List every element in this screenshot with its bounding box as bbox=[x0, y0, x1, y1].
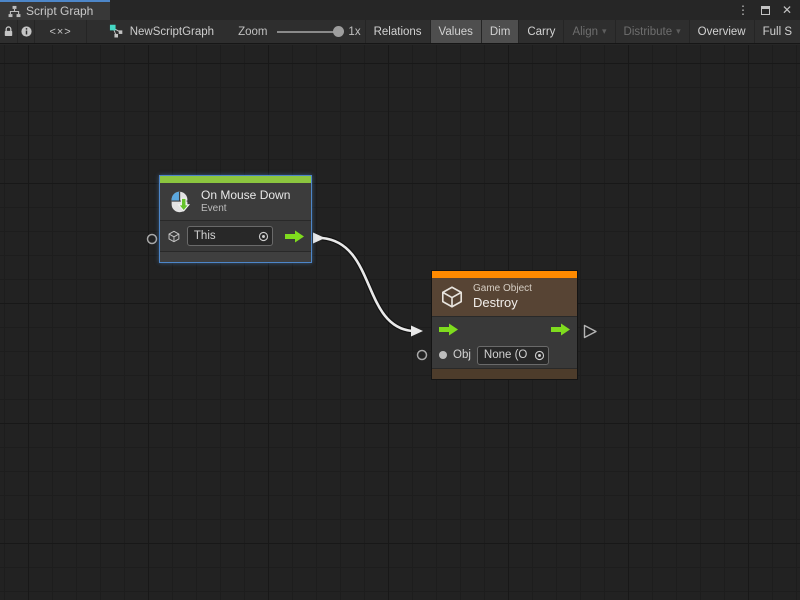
graph-canvas[interactable]: On Mouse Down Event This bbox=[0, 45, 800, 600]
omd-body-row: This bbox=[160, 221, 311, 251]
chevron-down-icon: ▾ bbox=[602, 26, 607, 37]
zoom-slider[interactable] bbox=[277, 26, 344, 38]
graph-tree-icon bbox=[8, 5, 21, 18]
tab-bar: Script Graph ⋮ ✕ bbox=[0, 0, 800, 20]
gameobject-cube-icon bbox=[439, 284, 465, 310]
mouse-down-icon bbox=[167, 189, 193, 215]
code-preview-button[interactable]: <×> bbox=[35, 20, 86, 43]
lock-button[interactable] bbox=[0, 20, 18, 43]
maximize-button[interactable] bbox=[761, 6, 770, 15]
destroy-obj-row: Obj None (O bbox=[432, 342, 577, 368]
window-controls: ⋮ ✕ bbox=[729, 0, 800, 20]
node-title: Destroy bbox=[473, 295, 532, 311]
toolbar-button-fullscreen[interactable]: Full S bbox=[754, 20, 800, 43]
toolbar-toggle-group: Relations Values Dim Carry Align ▾ Distr… bbox=[365, 20, 800, 43]
gameobject-cube-icon bbox=[167, 229, 181, 244]
code-icon: <×> bbox=[49, 26, 71, 38]
toolbar-button-overview[interactable]: Overview bbox=[689, 20, 754, 43]
zoom-slider-handle[interactable] bbox=[333, 26, 344, 37]
graph-asset-reference[interactable]: NewScriptGraph bbox=[87, 20, 224, 43]
obj-value-dot-icon bbox=[439, 351, 447, 359]
zoom-value: 1x bbox=[348, 26, 360, 38]
omd-target-port[interactable] bbox=[148, 235, 157, 244]
obj-port-label: Obj bbox=[453, 349, 471, 361]
flow-connection[interactable] bbox=[313, 233, 423, 337]
toolbar-button-distribute[interactable]: Distribute ▾ bbox=[615, 20, 689, 43]
destroy-header: Game Object Destroy bbox=[432, 278, 577, 317]
edge-layer bbox=[0, 45, 800, 600]
omd-footer bbox=[160, 251, 311, 262]
destroy-footer bbox=[432, 368, 577, 379]
object-picker-icon[interactable] bbox=[258, 231, 269, 242]
target-value-field[interactable]: This bbox=[187, 226, 273, 246]
script-graph-asset-icon bbox=[109, 24, 124, 39]
destroy-flow-row bbox=[432, 317, 577, 342]
lock-icon bbox=[2, 25, 15, 38]
toolbar-button-dim[interactable]: Dim bbox=[481, 20, 518, 43]
destroy-accent-strip bbox=[432, 271, 577, 278]
zoom-slider-track[interactable] bbox=[277, 31, 338, 33]
graph-name: NewScriptGraph bbox=[130, 26, 214, 38]
destroy-enter-input-port[interactable] bbox=[439, 323, 458, 336]
close-button[interactable]: ✕ bbox=[782, 4, 792, 16]
toolbar-button-carry[interactable]: Carry bbox=[518, 20, 563, 43]
node-subtitle: Event bbox=[201, 203, 290, 216]
obj-value-field[interactable]: None (O bbox=[477, 346, 549, 365]
omd-trigger-output-port[interactable] bbox=[285, 230, 304, 243]
chevron-down-icon: ▾ bbox=[676, 26, 681, 37]
node-group: Game Object bbox=[473, 283, 532, 296]
node-on-mouse-down[interactable]: On Mouse Down Event This bbox=[159, 175, 312, 263]
connection-end-arrow bbox=[411, 326, 423, 337]
info-icon bbox=[20, 25, 33, 38]
toolbar-button-relations[interactable]: Relations bbox=[365, 20, 430, 43]
omd-header: On Mouse Down Event bbox=[160, 183, 311, 221]
tab-bar-empty bbox=[110, 0, 729, 20]
node-title: On Mouse Down bbox=[201, 188, 290, 203]
toolbar-button-values[interactable]: Values bbox=[430, 20, 481, 43]
info-button[interactable] bbox=[18, 20, 36, 43]
window-menu-button[interactable]: ⋮ bbox=[737, 4, 749, 16]
tab-title: Script Graph bbox=[26, 4, 93, 18]
object-picker-icon[interactable] bbox=[534, 350, 545, 361]
node-destroy[interactable]: Game Object Destroy Obj None (O bbox=[431, 270, 578, 380]
zoom-label: Zoom bbox=[238, 26, 267, 38]
destroy-exit-output-port[interactable] bbox=[551, 323, 570, 336]
destroy-obj-port[interactable] bbox=[418, 351, 427, 360]
event-accent-strip bbox=[160, 176, 311, 183]
toolbar-button-align[interactable]: Align ▾ bbox=[563, 20, 614, 43]
destroy-exit-stub-icon bbox=[585, 326, 597, 338]
graph-toolbar: <×> NewScriptGraph Zoom 1x Relations Val… bbox=[0, 20, 800, 44]
tab-script-graph[interactable]: Script Graph bbox=[0, 0, 110, 20]
